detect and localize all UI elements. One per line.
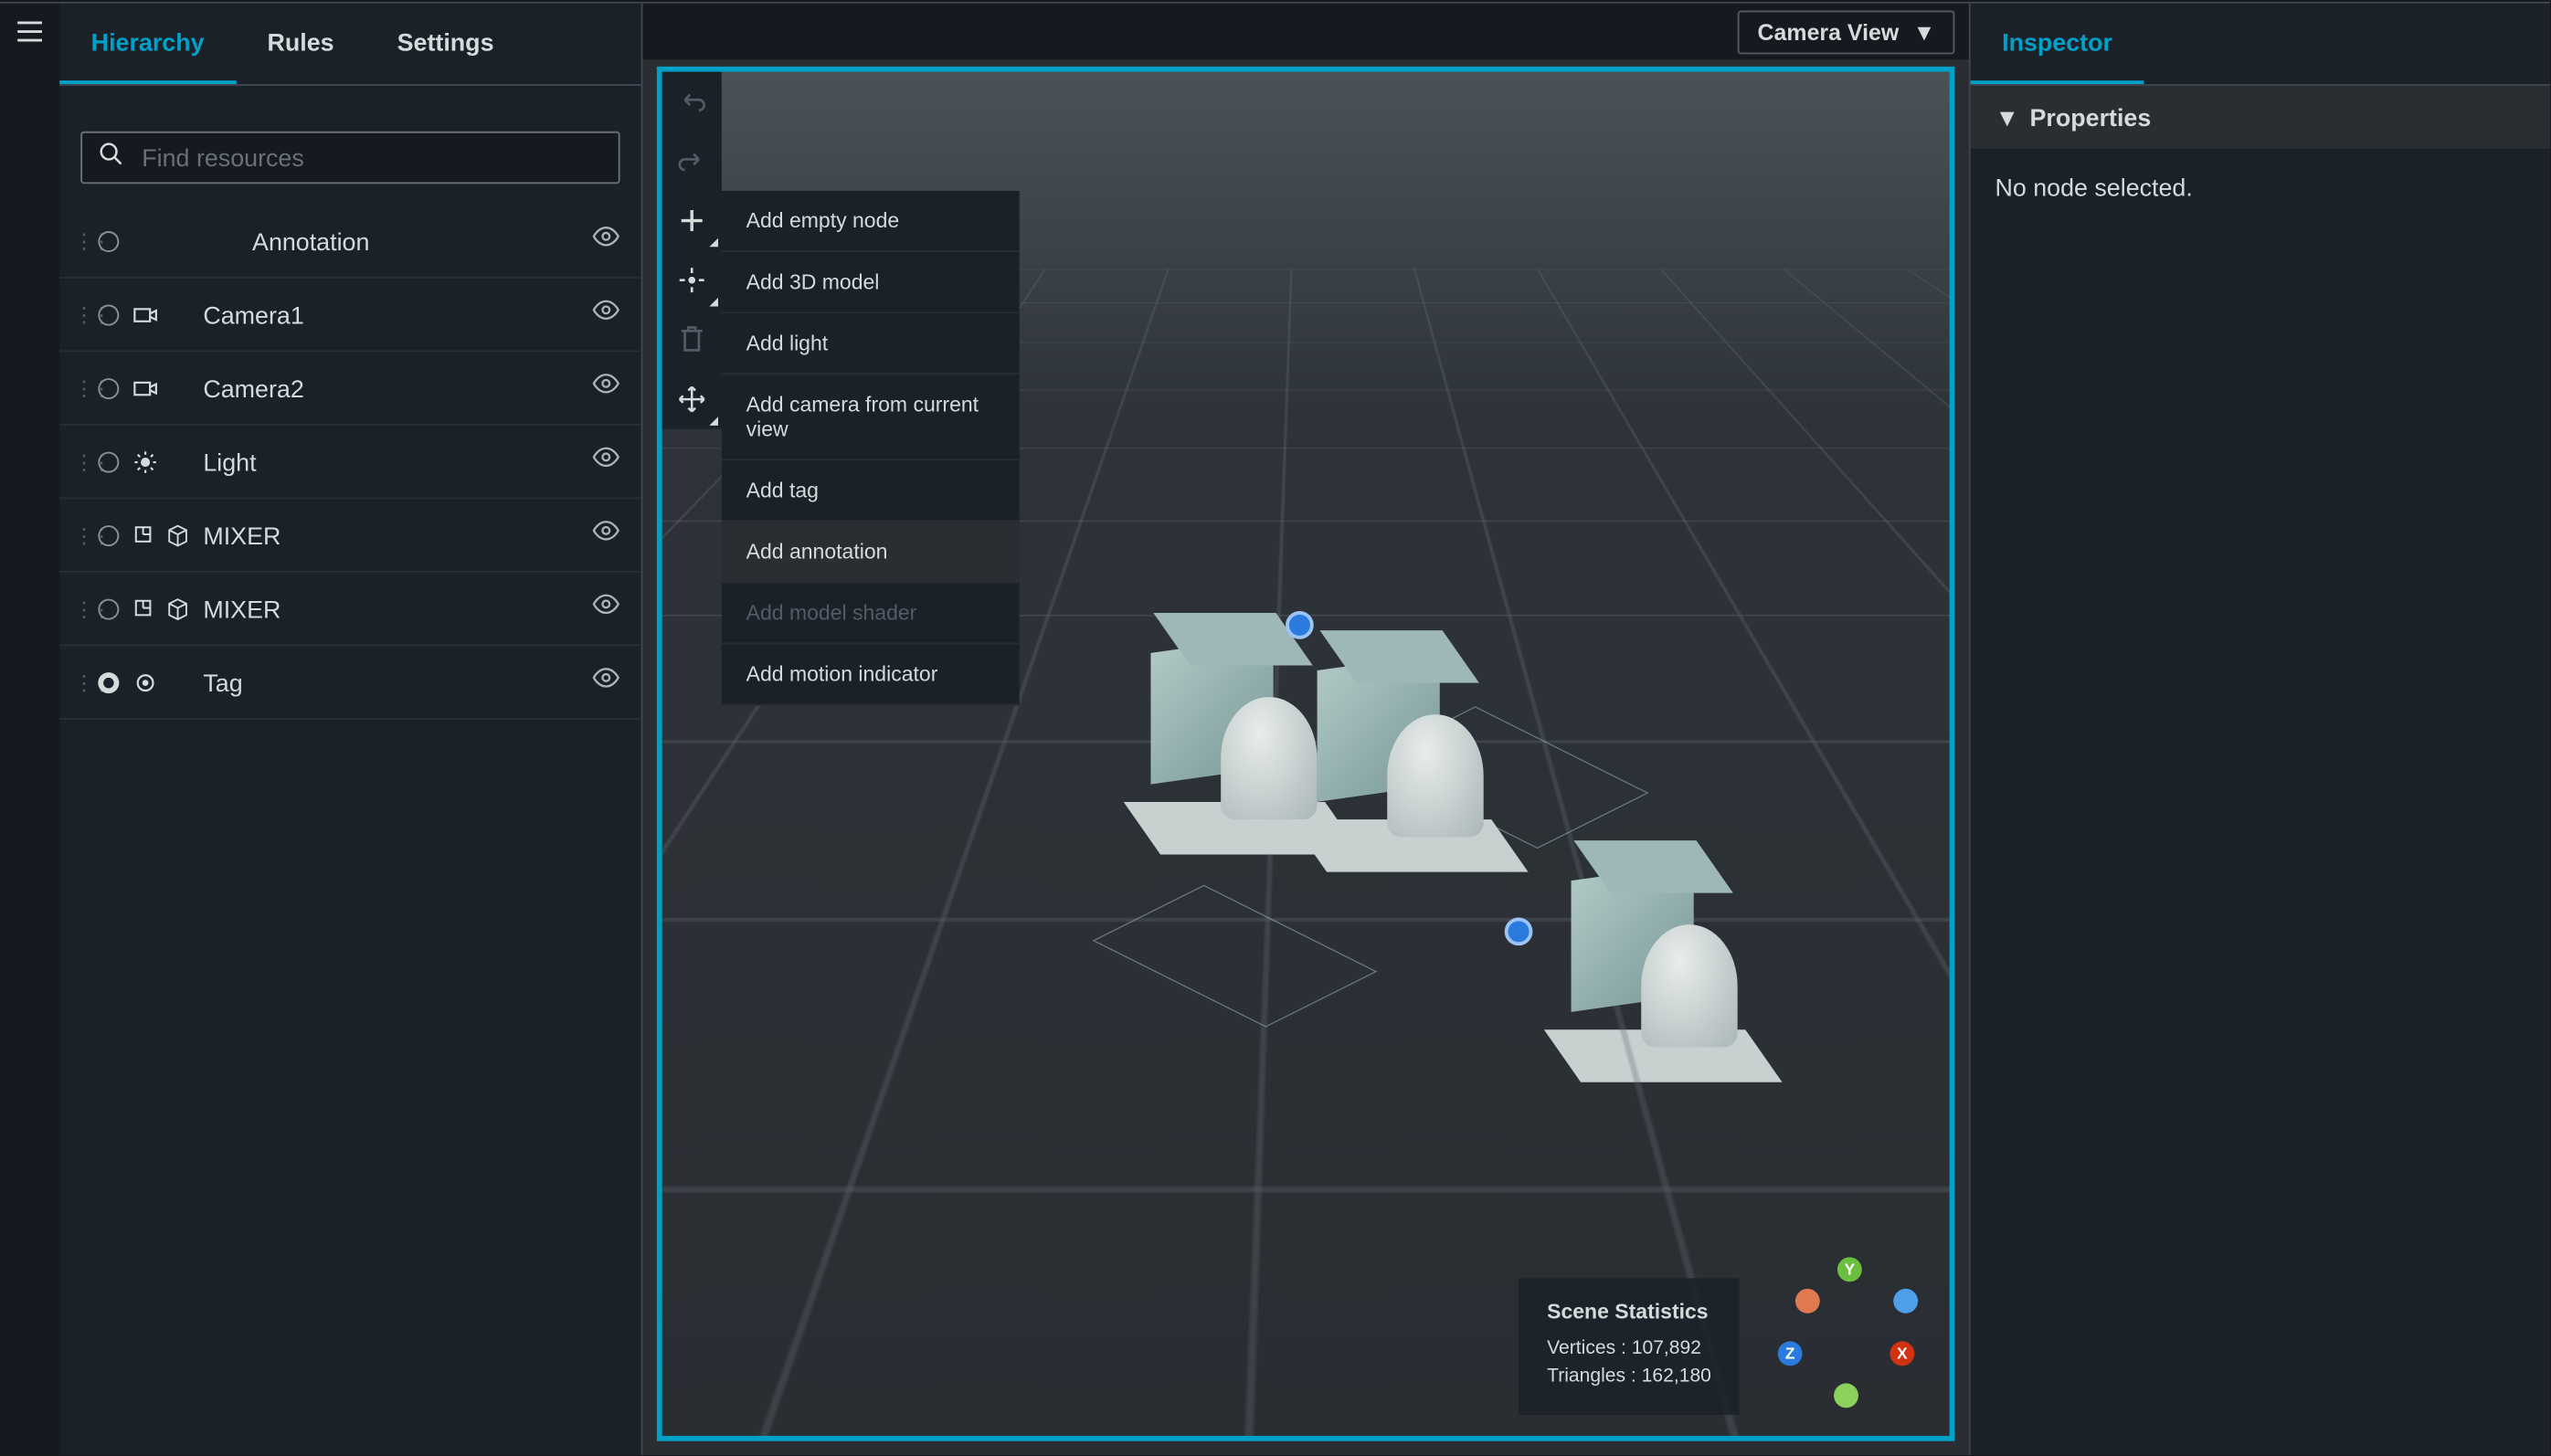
viewport-panel: Camera View ▼ Add empty node Add 3D mode… (643, 4, 1969, 1455)
add-menu: Add empty node Add 3D model Add light Ad… (722, 191, 1020, 706)
model-icon (133, 596, 189, 621)
redo-button[interactable] (662, 132, 722, 191)
properties-header[interactable]: ▼ Properties (1971, 86, 2551, 149)
3d-viewport[interactable]: Add empty node Add 3D model Add light Ad… (657, 67, 1954, 1441)
model-icon (133, 522, 189, 547)
properties-body: No node selected. (1971, 149, 2551, 226)
hierarchy-row[interactable]: ⋮⋮ Light (59, 426, 640, 500)
hierarchy-row[interactable]: ⋮⋮ Camera2 (59, 352, 640, 426)
mixer-model[interactable] (1318, 662, 1510, 907)
axis-gizmo[interactable]: Y X Z (1771, 1257, 1929, 1415)
camera-view-label: Camera View (1758, 18, 1900, 45)
node-label: Annotation (252, 227, 578, 255)
visibility-toggle-icon[interactable] (592, 296, 620, 332)
axis-y[interactable]: Y (1837, 1257, 1862, 1282)
hierarchy-row[interactable]: ⋮⋮ Camera1 (59, 279, 640, 353)
tab-hierarchy[interactable]: Hierarchy (59, 4, 236, 84)
drag-handle-icon[interactable]: ⋮⋮ (74, 522, 85, 547)
hierarchy-row[interactable]: ⋮⋮ Tag (59, 646, 640, 720)
visibility-toggle-icon[interactable] (592, 222, 620, 258)
node-label: Tag (203, 668, 577, 696)
transform-button[interactable] (662, 250, 722, 310)
visibility-toggle-icon[interactable] (592, 590, 620, 627)
delete-button[interactable] (662, 310, 722, 369)
add-camera[interactable]: Add camera from current view (722, 375, 1020, 460)
drag-handle-icon[interactable]: ⋮⋮ (74, 375, 85, 400)
move-button[interactable] (662, 369, 722, 428)
select-radio[interactable] (98, 377, 119, 398)
add-model-shader[interactable]: Add model shader (722, 583, 1020, 644)
left-panel: Hierarchy Rules Settings ⋮⋮ Annotation ⋮⋮ C… (59, 4, 642, 1455)
collapse-left-icon[interactable] (657, 735, 666, 772)
tag-icon (133, 670, 189, 694)
add-tag[interactable]: Add tag (722, 460, 1020, 522)
visibility-toggle-icon[interactable] (592, 664, 620, 701)
tab-settings[interactable]: Settings (365, 4, 525, 84)
select-radio[interactable] (98, 598, 119, 619)
drag-handle-icon[interactable]: ⋮⋮ (74, 228, 85, 253)
light-icon (133, 449, 189, 474)
drag-handle-icon[interactable]: ⋮⋮ (74, 449, 85, 474)
add-empty-node[interactable]: Add empty node (722, 191, 1020, 252)
select-radio[interactable] (98, 451, 119, 472)
search-icon (98, 141, 122, 174)
caret-down-icon: ▼ (1995, 103, 2019, 132)
visibility-toggle-icon[interactable] (592, 369, 620, 406)
node-label: MIXER (203, 521, 577, 549)
node-label: MIXER (203, 595, 577, 623)
camera-view-dropdown[interactable]: Camera View ▼ (1738, 10, 1954, 54)
hamburger-menu-icon[interactable] (16, 17, 44, 1455)
node-label: Camera1 (203, 301, 577, 329)
hierarchy-row[interactable]: ⋮⋮ MIXER (59, 499, 640, 573)
select-radio[interactable] (98, 671, 119, 692)
add-3d-model[interactable]: Add 3D model (722, 252, 1020, 313)
select-radio[interactable] (98, 230, 119, 251)
mixer-model[interactable] (1572, 872, 1764, 1117)
caret-down-icon: ▼ (1913, 18, 1936, 45)
hierarchy-row[interactable]: ⋮⋮ Annotation (59, 205, 640, 279)
tab-inspector[interactable]: Inspector (1971, 4, 2144, 84)
collapse-right-icon[interactable] (1946, 735, 1955, 772)
axis-z[interactable]: Z (1778, 1341, 1803, 1366)
node-label: Light (203, 448, 577, 476)
select-radio[interactable] (98, 304, 119, 325)
add-button[interactable] (662, 191, 722, 250)
visibility-toggle-icon[interactable] (592, 517, 620, 554)
add-motion-indicator[interactable]: Add motion indicator (722, 644, 1020, 705)
tab-rules[interactable]: Rules (236, 4, 365, 84)
search-input[interactable] (80, 132, 619, 185)
camera-icon (133, 375, 189, 400)
node-label: Camera2 (203, 374, 577, 402)
scene-statistics: Scene Statistics Vertices : 107,892 Tria… (1519, 1278, 1739, 1415)
drag-handle-icon[interactable]: ⋮⋮ (74, 302, 85, 327)
visibility-toggle-icon[interactable] (592, 443, 620, 480)
add-light[interactable]: Add light (722, 313, 1020, 375)
right-panel: Inspector ▼ Properties No node selected. (1969, 4, 2550, 1455)
drag-handle-icon[interactable]: ⋮⋮ (74, 670, 85, 694)
select-radio[interactable] (98, 524, 119, 545)
stats-title: Scene Statistics (1547, 1299, 1711, 1324)
drag-handle-icon[interactable]: ⋮⋮ (74, 596, 85, 621)
axis-x[interactable]: X (1889, 1341, 1914, 1366)
hierarchy-row[interactable]: ⋮⋮ MIXER (59, 573, 640, 647)
undo-button[interactable] (662, 72, 722, 132)
add-annotation[interactable]: Add annotation (722, 522, 1020, 583)
camera-icon (133, 302, 189, 327)
